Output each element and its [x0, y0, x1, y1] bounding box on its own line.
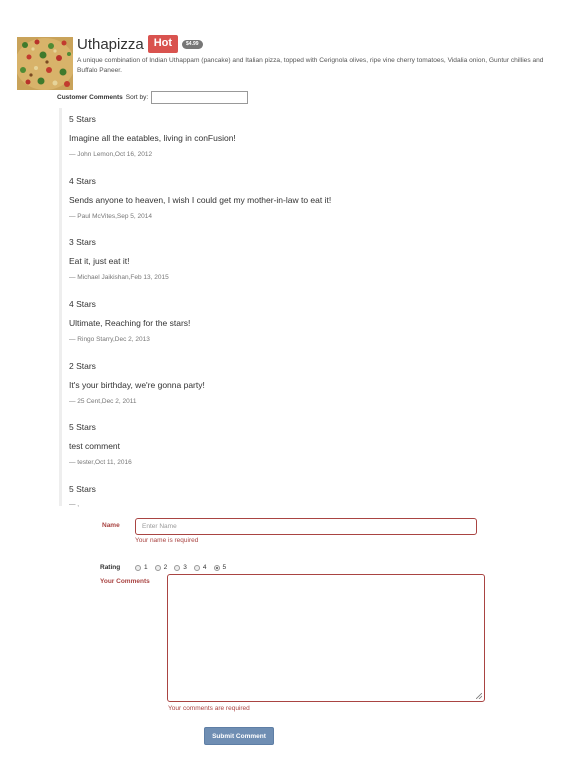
- radio-icon: [174, 564, 181, 571]
- name-error: Your name is required: [135, 537, 199, 544]
- comments-header: Customer Comments Sort by:: [57, 91, 249, 104]
- name-label: Name: [102, 522, 120, 529]
- preview-byline: — ,: [69, 501, 80, 509]
- comment-text: Eat it, just eat it!: [69, 256, 130, 267]
- radio-icon: [193, 564, 200, 571]
- comment-rating: 3 Stars: [69, 237, 96, 248]
- comment-text: Sends anyone to heaven, I wish I could g…: [69, 194, 332, 205]
- rating-option-4[interactable]: 4: [193, 564, 207, 571]
- comments-title: Customer Comments: [57, 94, 123, 101]
- comment-item: 5 Stars Imagine all the eatables, living…: [59, 108, 529, 170]
- dish-name: Uthapizza: [77, 35, 144, 53]
- comment-byline: — Paul McVites,Sep 5, 2014: [69, 212, 152, 220]
- comment-byline: — 25 Cent,Dec 2, 2011: [69, 397, 137, 405]
- comment-rating: 4 Stars: [69, 175, 96, 186]
- comments-label: Your Comments: [100, 578, 150, 585]
- hot-label: Hot: [147, 35, 179, 54]
- rating-option-2[interactable]: 2: [154, 564, 167, 571]
- comment-byline: — Michael Jaikishan,Feb 13, 2015: [69, 274, 169, 282]
- comment-rating: 2 Stars: [69, 360, 96, 371]
- preview-rating: 5 Stars: [69, 484, 96, 495]
- comment-item: 5 Stars test comment — tester,Oct 11, 20…: [59, 416, 529, 479]
- sort-input[interactable]: [151, 91, 249, 104]
- comment-byline: — Ringo Starry,Dec 2, 2013: [69, 336, 150, 344]
- price-badge: $4.99: [182, 39, 203, 49]
- submit-comment-button[interactable]: Submit Comment: [204, 727, 274, 745]
- dish-description: A unique combination of Indian Uthappam …: [77, 57, 544, 74]
- comment-item: 3 Stars Eat it, just eat it! — Michael J…: [59, 231, 529, 294]
- name-input[interactable]: [135, 518, 477, 535]
- comment-item: 2 Stars It's your birthday, we're gonna …: [59, 354, 529, 417]
- comment-byline: — tester,Oct 11, 2016: [69, 459, 132, 467]
- resize-grip-icon[interactable]: [476, 693, 482, 699]
- sort-label: Sort by:: [125, 94, 149, 101]
- comment-byline: — John Lemon,Oct 16, 2012: [69, 151, 153, 158]
- radio-icon: [154, 564, 161, 571]
- comment-rating: 5 Stars: [69, 422, 96, 433]
- comment-item: 4 Stars Ultimate, Reaching for the stars…: [59, 293, 529, 355]
- rating-option-1[interactable]: 1: [135, 564, 148, 571]
- dish-image: [17, 37, 73, 90]
- radio-icon: [135, 564, 141, 571]
- comment-preview: 5 Stars — ,: [59, 478, 529, 509]
- radio-checked-icon: [213, 564, 220, 571]
- comment-text: It's your birthday, we're gonna party!: [69, 379, 205, 390]
- comment-list: 5 Stars Imagine all the eatables, living…: [59, 108, 529, 509]
- comment-text: Ultimate, Reaching for the stars!: [69, 318, 191, 329]
- comment-text: Imagine all the eatables, living in conF…: [69, 133, 236, 143]
- comment-item: 4 Stars Sends anyone to heaven, I wish I…: [59, 169, 529, 232]
- comments-error: Your comments are required: [168, 705, 250, 712]
- comment-text: test comment: [69, 441, 121, 452]
- rating-radio-group: 1 2 3 4 5: [135, 564, 233, 571]
- comment-rating: 4 Stars: [69, 299, 96, 310]
- rating-label: Rating: [100, 564, 121, 571]
- comment-rating: 5 Stars: [69, 114, 96, 124]
- comments-textarea[interactable]: [167, 574, 485, 702]
- rating-option-3[interactable]: 3: [174, 564, 187, 571]
- rating-option-5[interactable]: 5: [213, 564, 226, 571]
